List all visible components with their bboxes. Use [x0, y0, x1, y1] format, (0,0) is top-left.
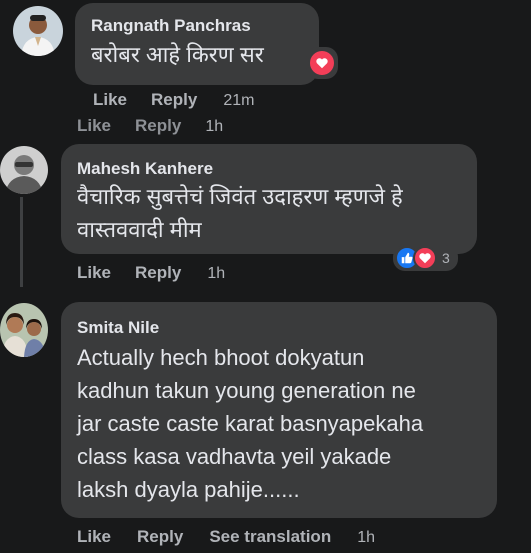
reply-button[interactable]: Reply [135, 263, 181, 283]
avatar-smita[interactable] [0, 303, 48, 357]
like-button[interactable]: Like [93, 90, 127, 110]
like-button[interactable]: Like [77, 116, 111, 136]
comment-text-line: Actually hech bhoot dokyatun [77, 345, 365, 370]
comment-actions-3: Like Reply See translation 1h [77, 527, 375, 547]
like-button[interactable]: Like [77, 527, 111, 547]
comment-text-line: बरोबर आहे किरण सर [91, 42, 264, 67]
comment-text-line: laksh dyayla pahije...... [77, 477, 300, 502]
reply-button[interactable]: Reply [135, 116, 181, 136]
like-button[interactable]: Like [77, 263, 111, 283]
timestamp[interactable]: 21m [223, 92, 254, 110]
comment-actions-1: Like Reply 21m [93, 90, 254, 110]
love-reaction-icon [308, 49, 336, 77]
reaction-summary-2[interactable]: 3 [393, 245, 458, 271]
love-reaction-icon [413, 246, 437, 270]
comment-text-line: वास्तववादी मीम [77, 217, 202, 242]
comment-text-line: वैचारिक सुबत्तेचं जिवंत उदाहरण म्हणजे हे [77, 184, 403, 209]
avatar-mahesh-image [0, 146, 48, 194]
reply-button[interactable]: Reply [151, 90, 197, 110]
comment-text-line: jar caste caste karat basnyapekaha [77, 411, 424, 436]
see-translation-button[interactable]: See translation [209, 527, 331, 547]
comment-text-line: kadhun takun young generation ne [77, 378, 416, 403]
avatar-rangnath[interactable] [13, 6, 63, 56]
reply-button[interactable]: Reply [137, 527, 183, 547]
timestamp[interactable]: 1h [205, 118, 223, 136]
comment-author[interactable]: Mahesh Kanhere [77, 159, 213, 179]
comment-author[interactable]: Rangnath Panchras [91, 16, 251, 36]
overlapped-actions-row: Like Reply 1h [77, 116, 223, 136]
timestamp[interactable]: 1h [357, 529, 375, 547]
reaction-count: 3 [442, 250, 450, 266]
comment-text-line: class kasa vadhavta yeil yakade [77, 444, 392, 469]
comment-actions-2: Like Reply 1h [77, 263, 225, 283]
thread-connector [20, 197, 23, 287]
avatar-smita-image [0, 303, 48, 357]
comment-author[interactable]: Smita Nile [77, 318, 159, 338]
avatar-mahesh[interactable] [0, 146, 48, 194]
reaction-summary-1[interactable] [306, 47, 338, 79]
avatar-rangnath-image [13, 6, 63, 56]
timestamp[interactable]: 1h [207, 265, 225, 283]
